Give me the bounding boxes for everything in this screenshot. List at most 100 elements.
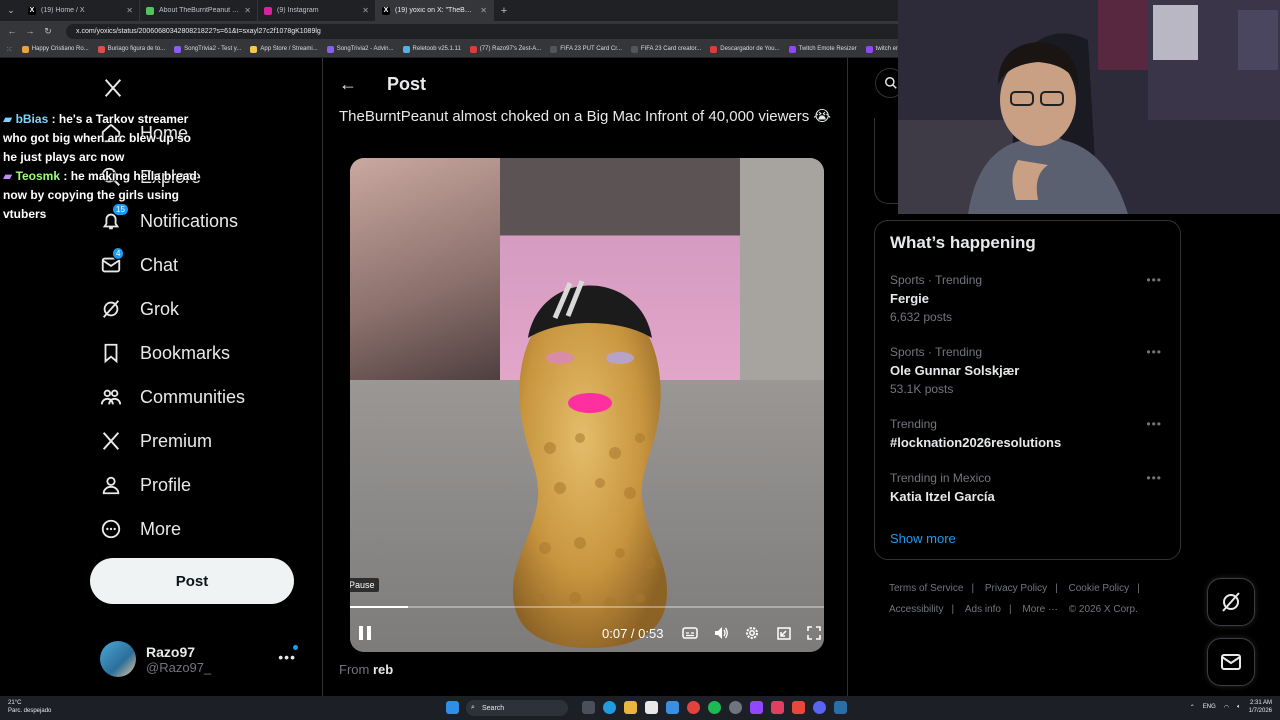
new-tab-button[interactable]: + [494,0,514,21]
footer-link[interactable]: Cookie Policy [1069,583,1130,594]
forward-arrow-icon[interactable]: → [24,26,36,36]
bookmark-item[interactable]: (77) Razo97's Zest-A... [469,45,541,53]
bookmark-item[interactable]: Happy Cristiano Ro... [21,45,89,53]
close-tab-icon[interactable]: ✕ [362,6,369,15]
more-options-icon[interactable]: ••• [1146,471,1162,485]
capcut-icon[interactable] [792,701,805,714]
tray-overflow-icon[interactable]: ⌃ [1190,704,1195,711]
bookmark-item[interactable]: SongTrivia2 - Test y... [174,45,241,53]
clock[interactable]: 2:31 AM 1/7/2026 [1249,699,1272,715]
close-tab-icon[interactable]: ✕ [480,6,487,15]
sidebar-item-premium[interactable]: Premium [100,427,212,455]
video-progress-bar[interactable] [350,606,824,608]
post-button[interactable]: Post [90,558,294,604]
more-options-icon[interactable]: ••• [1146,273,1162,287]
bookmark-icon [104,343,118,364]
twitch-app-icon[interactable] [750,701,763,714]
browser-tab[interactable]: X (19) Home / X ✕ [22,0,140,21]
bookmark-item[interactable]: Descargador de You... [710,45,780,53]
bookmark-item[interactable]: SongTrivia2 - Advin... [326,45,394,53]
x-home-logo[interactable] [102,74,124,102]
edge-icon[interactable] [603,701,616,714]
mail-app-icon[interactable] [666,701,679,714]
account-name: Razo97 [146,643,196,660]
url-input[interactable]: x.com/yoxics/status/2006068034280821822?… [66,23,926,39]
fullscreen-icon[interactable] [806,625,822,641]
wifi-icon[interactable]: ◠ [1224,704,1229,711]
footer-link[interactable]: Terms of Service [889,583,963,594]
attribution-source-link[interactable]: reb [373,662,393,677]
more-options-icon[interactable]: ••• [1146,345,1162,359]
trend-category: Sports · Trending [890,273,983,287]
trend-item[interactable]: Sports · Trending Ole Gunnar Solskjær 53… [890,345,1170,396]
language-indicator[interactable]: ENG [1203,704,1216,710]
post-text: TheBurntPeanut almost choked on a Big Ma… [339,108,831,125]
grok-floating-button[interactable] [1207,578,1255,626]
bookmark-item[interactable]: FIFA 23 PUT Card Cr... [550,45,622,53]
store-icon[interactable] [645,701,658,714]
bookmark-item[interactable]: Twitch Emote Resizer [788,45,857,53]
pause-icon[interactable] [356,624,374,642]
apps-grid-icon[interactable]: ⁙ [6,45,13,54]
browser-tab[interactable]: (9) Instagram ✕ [258,0,376,21]
trend-name: Katia Itzel García [890,489,995,504]
speaker-icon[interactable]: 🔈︎ [1237,704,1241,711]
footer-link[interactable]: More ··· [1022,604,1058,615]
sidebar-item-chat[interactable]: 4 Chat [100,247,178,279]
reload-icon[interactable]: ↻ [42,26,54,37]
windows-taskbar: 21°C Parc. despejado ⌕ Search ⌃ ENG ◠ 🔈︎… [0,696,1280,720]
footer-link[interactable]: Ads info [965,604,1001,615]
avatar [100,641,136,677]
obs-icon[interactable] [729,701,742,714]
footer-link[interactable]: Accessibility [889,604,943,615]
back-arrow-icon[interactable]: ← [339,74,357,95]
tab-list-menu-button[interactable]: ⌄ [0,0,22,21]
bookmark-item[interactable]: App Store / Streami... [250,45,318,53]
footer-link[interactable]: Privacy Policy [985,583,1047,594]
weather-widget[interactable]: 21°C Parc. despejado [8,699,51,715]
messages-floating-button[interactable] [1207,638,1255,686]
show-more-link[interactable]: Show more [890,531,956,546]
browser-tab-active[interactable]: X (19) yoxic on X: "TheBurnt ✕ [376,0,494,21]
chat-badge-icon: ▰ [3,169,16,183]
chrome-icon[interactable] [687,701,700,714]
sidebar-item-communities[interactable]: Communities [100,383,245,411]
bookmark-item[interactable]: twitch em [865,45,901,53]
close-tab-icon[interactable]: ✕ [126,6,133,15]
trend-category: Trending in Mexico [890,471,991,485]
video-player[interactable]: Pause 0:07 / 0:53 [350,158,824,652]
sidebar-item-more[interactable]: More [100,515,181,543]
account-info: Razo97 @Razo97_ [146,644,211,675]
bookmark-item[interactable]: Reletoob v25.1.11 [402,45,461,53]
bookmark-item[interactable]: FIFA 23 Card creator... [630,45,701,53]
spotify-icon[interactable] [708,701,721,714]
close-tab-icon[interactable]: ✕ [244,6,251,15]
bookmark-label: Buriago figura de to... [107,46,166,52]
file-explorer-icon[interactable] [624,701,637,714]
captions-icon[interactable] [682,625,698,641]
discord-icon[interactable] [813,701,826,714]
bookmark-item[interactable]: Buriago figura de to... [97,45,166,53]
trend-item[interactable]: Sports · Trending Fergie 6,632 posts ••• [890,273,1170,324]
task-view-icon[interactable] [582,701,595,714]
sidebar-item-bookmarks[interactable]: Bookmarks [100,339,230,367]
steam-icon[interactable] [834,701,847,714]
trend-item[interactable]: Trending #locknation2026resolutions ••• [890,417,1170,450]
back-arrow-icon[interactable]: ← [6,26,18,36]
sidebar-item-profile[interactable]: Profile [100,471,191,499]
twitch-icon [146,6,154,15]
account-switcher[interactable]: Razo97 @Razo97_ ••• [100,639,310,679]
volume-icon[interactable] [713,625,729,641]
trend-item[interactable]: Trending in Mexico Katia Itzel García ••… [890,471,1170,504]
media-player-icon[interactable] [771,701,784,714]
more-options-icon[interactable]: ••• [278,649,296,665]
more-options-icon[interactable]: ••• [1146,417,1162,431]
browser-tab[interactable]: About TheBurntPeanut - Watch ✕ [140,0,258,21]
settings-gear-icon[interactable] [744,625,760,641]
sidebar-item-grok[interactable]: Grok [100,295,179,323]
picture-in-picture-icon[interactable] [776,625,792,641]
windows-start-icon[interactable] [446,701,459,714]
mail-icon [1221,654,1241,670]
bookmark-label: Descargador de You... [720,46,780,52]
taskbar-search[interactable]: ⌕ Search [466,700,568,716]
